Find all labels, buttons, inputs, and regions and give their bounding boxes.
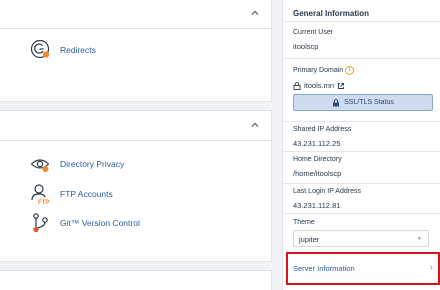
current-user-row: Current User itoolscp (283, 21, 440, 58)
ssl-tls-status-label: SSL/TLS Status (344, 99, 394, 106)
lock-icon (293, 81, 301, 90)
server-information-label: Server Information (293, 264, 355, 273)
shared-ip-label: Shared IP Address (293, 126, 352, 133)
external-link-icon (338, 82, 344, 89)
chevron-up-icon[interactable] (249, 7, 261, 19)
directory-privacy-icon (30, 153, 52, 175)
redirects-link[interactable]: Redirects (30, 39, 96, 61)
git-version-control-icon (30, 212, 52, 234)
group-header[interactable] (0, 0, 271, 29)
server-information-link[interactable]: Server Information › (286, 252, 440, 285)
primary-domain-row: Primary Domain i itools.mn (283, 58, 440, 121)
shared-ip-row: Shared IP Address 43.231.112.25 (283, 121, 440, 151)
lock-icon (333, 98, 340, 106)
last-login-label: Last Login IP Address (293, 188, 361, 195)
chevron-up-icon[interactable] (249, 119, 261, 131)
chevron-right-icon: › (429, 262, 433, 273)
shared-ip-value: 43.231.112.25 (293, 139, 341, 148)
ftp-accounts-label: FTP Accounts (60, 189, 113, 199)
directory-privacy-link[interactable]: Directory Privacy (30, 153, 124, 175)
primary-domain-label: Primary Domain (293, 67, 344, 74)
next-group-panel (0, 270, 272, 290)
caret-down-icon: ▼ (417, 236, 422, 242)
primary-domain-link[interactable]: itools.mn (293, 81, 348, 90)
home-directory-value: /home/itoolscp (293, 169, 342, 178)
git-version-control-link[interactable]: Git™ Version Control (30, 212, 140, 234)
current-user-label: Current User (293, 29, 334, 36)
group-header[interactable] (0, 111, 271, 141)
current-user-value: itoolscp (293, 42, 319, 51)
ssl-tls-status-button[interactable]: SSL/TLS Status (293, 94, 433, 111)
files-group-panel: Redirects (0, 0, 272, 102)
primary-domain-value: itools.mn (304, 81, 335, 90)
directory-privacy-label: Directory Privacy (60, 159, 125, 169)
git-version-control-label: Git™ Version Control (60, 218, 140, 228)
sidebar-title: General Information (293, 9, 370, 18)
svg-text:FTP: FTP (38, 200, 49, 205)
security-group-panel: Directory Privacy FTP FTP Accounts Git™ … (0, 110, 272, 262)
redirects-label: Redirects (60, 45, 96, 55)
general-information-sidebar: General Information Current User itoolsc… (282, 0, 440, 290)
ftp-accounts-icon: FTP (30, 183, 52, 205)
redirects-icon (30, 39, 52, 61)
home-directory-row: Home Directory /home/itoolscp (283, 151, 440, 183)
home-directory-label: Home Directory (293, 156, 342, 163)
info-icon[interactable]: i (345, 66, 354, 75)
last-login-value: 43.231.112.81 (293, 201, 341, 210)
theme-label: Theme (293, 219, 315, 226)
theme-select[interactable]: jupiter ▼ (293, 230, 429, 247)
last-login-row: Last Login IP Address 43.231.112.81 (283, 183, 440, 213)
theme-select-value: jupiter (299, 235, 320, 244)
ftp-accounts-link[interactable]: FTP FTP Accounts (30, 183, 113, 205)
